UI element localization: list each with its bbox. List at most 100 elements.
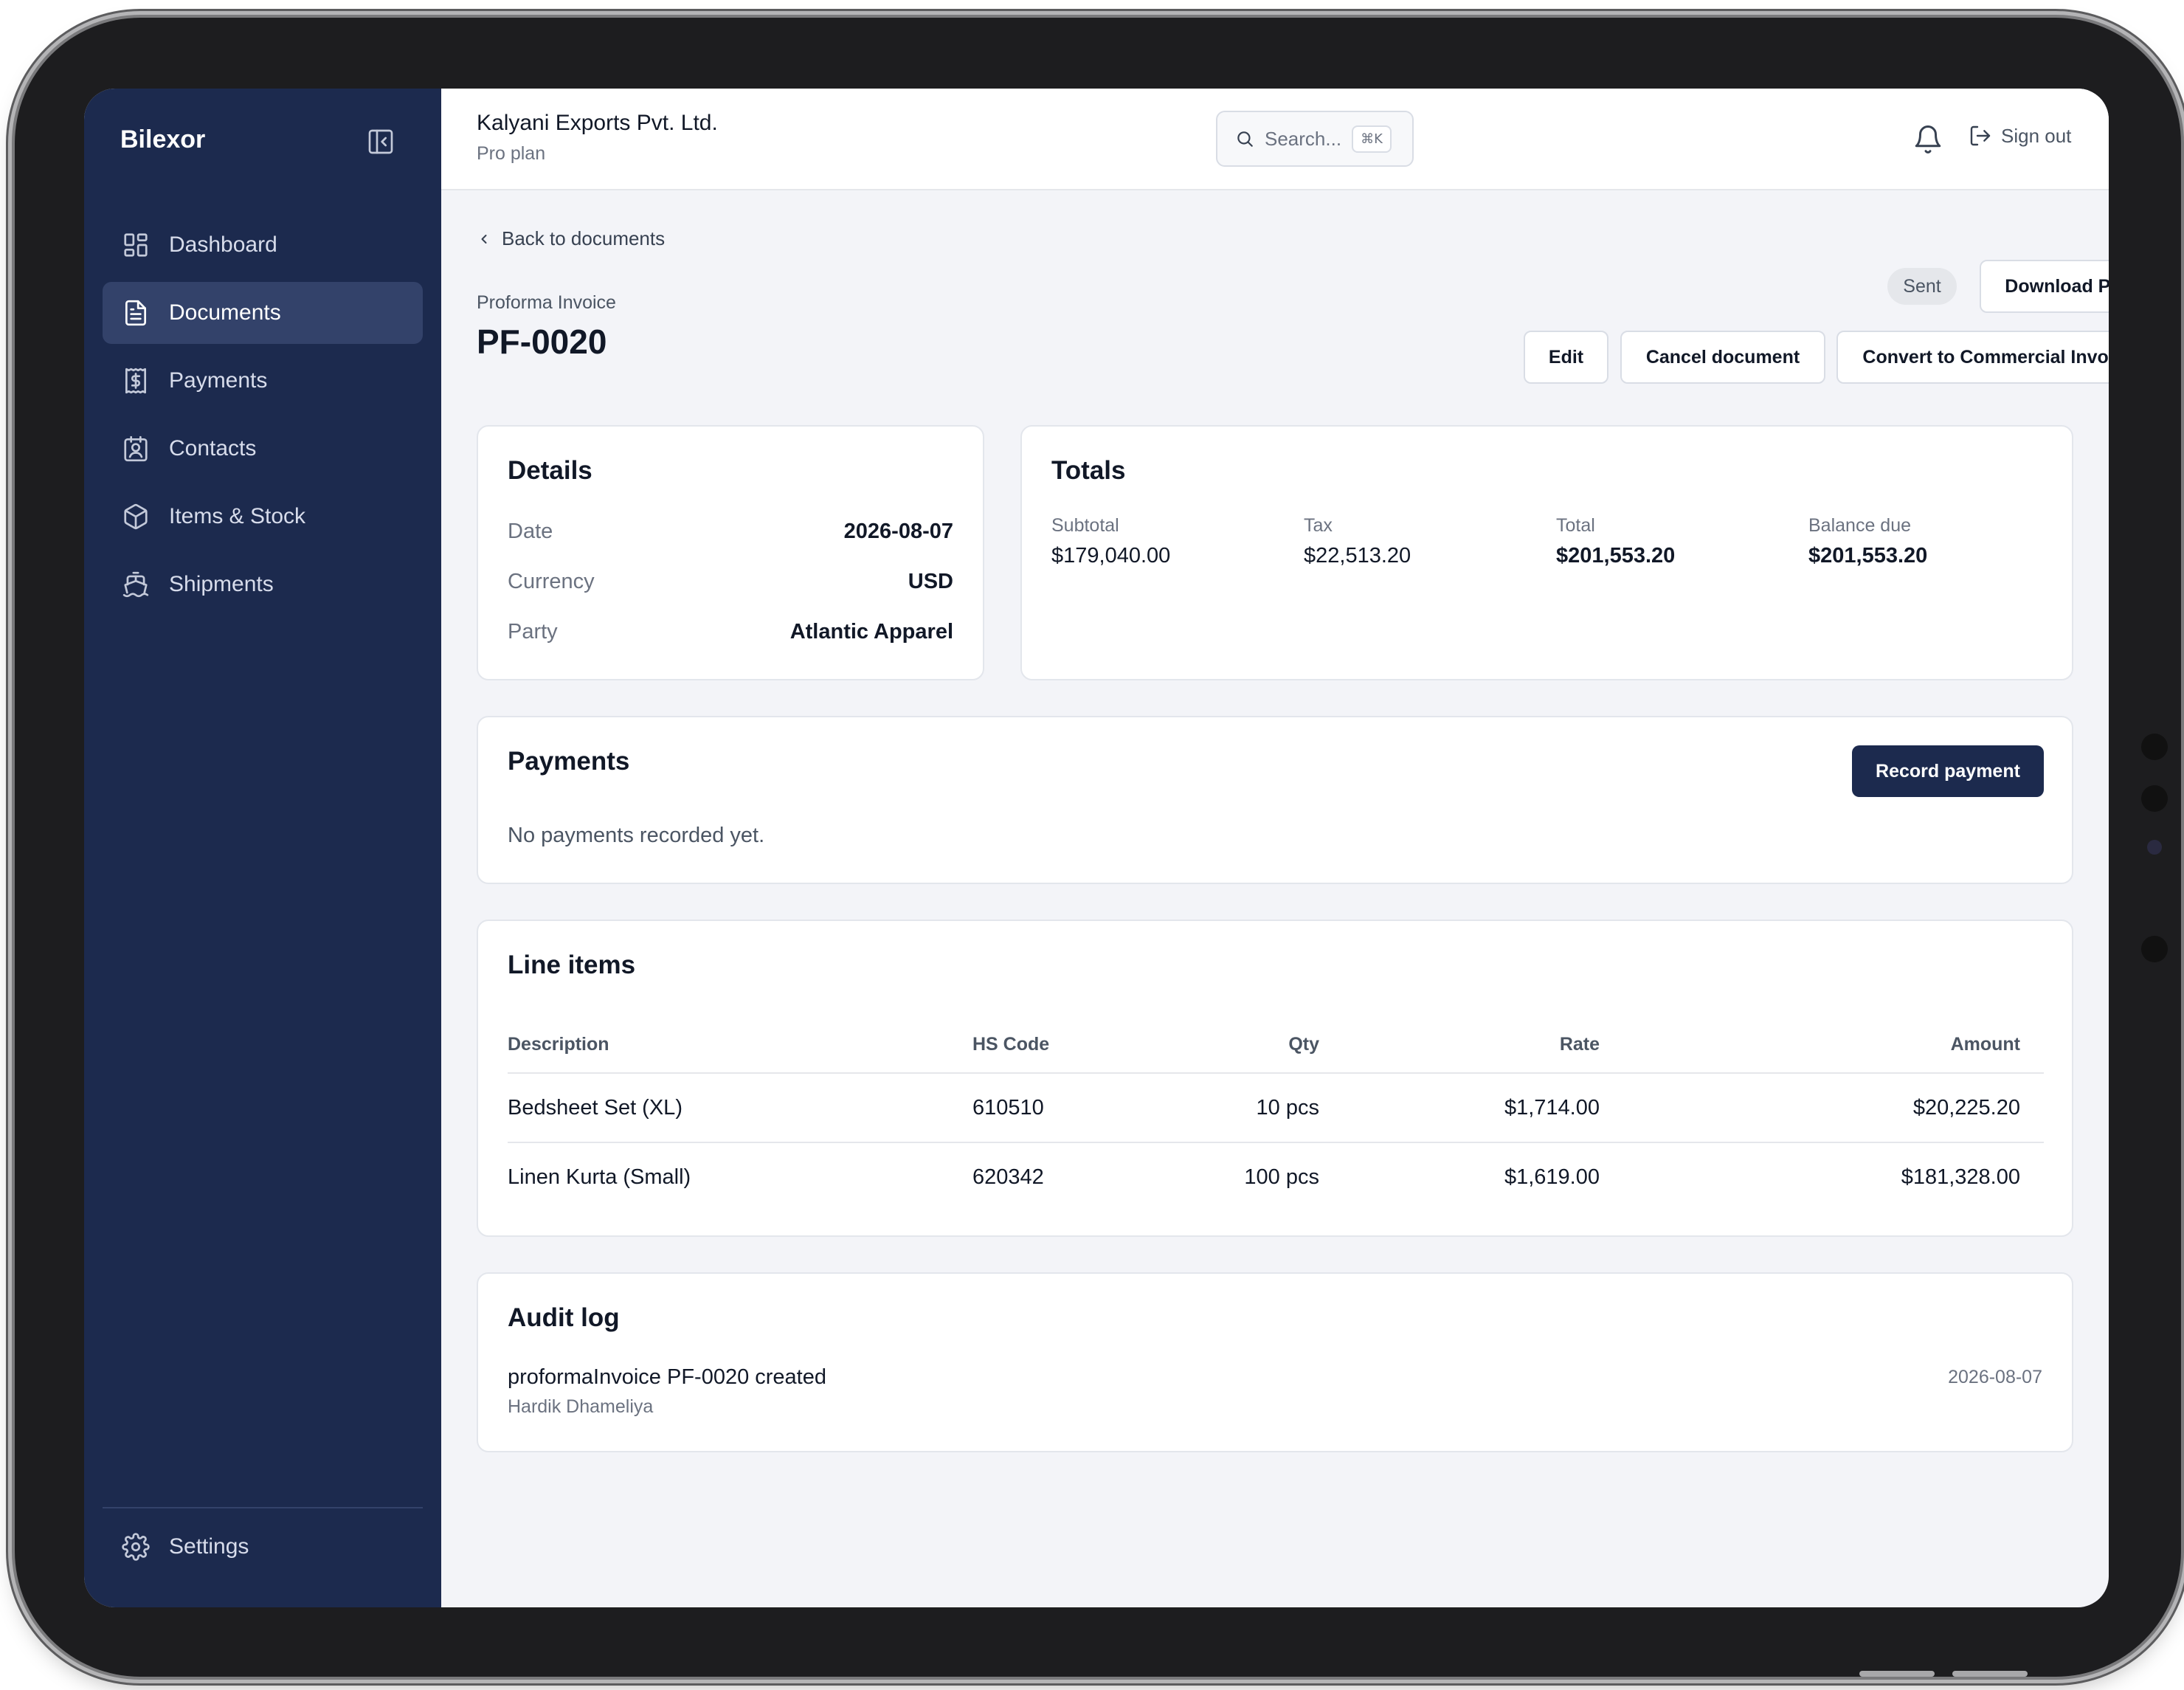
sign-out-button[interactable]: Sign out — [1969, 124, 2071, 148]
top-header: Kalyani Exports Pvt. Ltd. Pro plan Searc… — [441, 89, 2109, 190]
payments-title: Payments — [508, 747, 630, 776]
document-type: Proforma Invoice — [477, 292, 616, 313]
notifications-bell-icon[interactable] — [1912, 124, 1943, 155]
sidebar-item-documents[interactable]: Documents — [103, 282, 423, 344]
payments-card: Payments Record payment No payments reco… — [477, 716, 2073, 884]
total-value: $179,040.00 — [1051, 544, 1171, 568]
brand-name: Bilexor — [120, 125, 206, 154]
document-icon — [122, 299, 150, 327]
total-label: Balance due — [1808, 515, 1912, 536]
total-value: $22,513.20 — [1304, 544, 1411, 568]
cell-description: Linen Kurta (Small) — [508, 1165, 691, 1189]
payments-empty-message: No payments recorded yet. — [508, 824, 765, 847]
package-icon — [122, 503, 150, 531]
column-header-hs-code: HS Code — [972, 1017, 1150, 1074]
record-payment-button[interactable]: Record payment — [1852, 745, 2044, 797]
details-title: Details — [508, 456, 592, 485]
table-row: Linen Kurta (Small) 620342 100 pcs $1,61… — [508, 1142, 2044, 1212]
download-pdf-button[interactable]: Download PDF — [1980, 260, 2109, 313]
details-card: Details Date 2026-08-07 Currency USD Par… — [477, 425, 984, 680]
sidebar-divider — [103, 1507, 423, 1508]
column-header-amount: Amount — [1600, 1017, 2044, 1074]
cell-hs-code: 610510 — [972, 1073, 1150, 1143]
detail-value: 2026-08-07 — [843, 520, 953, 543]
sidebar: Bilexor Dashboard Documents Payments Con… — [84, 89, 441, 1607]
volume-button — [1952, 1671, 2028, 1677]
sidebar-item-items-stock[interactable]: Items & Stock — [103, 486, 423, 548]
back-to-documents-link[interactable]: Back to documents — [477, 227, 665, 250]
dollar-receipt-icon — [122, 367, 150, 395]
sidebar-item-label: Contacts — [169, 436, 257, 461]
sidebar-nav: Dashboard Documents Payments Contacts It… — [103, 214, 423, 621]
ship-icon — [122, 570, 150, 599]
detail-value: Atlantic Apparel — [789, 620, 953, 644]
line-items-table: Description HS Code Qty Rate Amount Beds… — [508, 1017, 2044, 1212]
search-placeholder: Search... — [1265, 127, 1342, 150]
table-row: Bedsheet Set (XL) 610510 10 pcs $1,714.0… — [508, 1073, 2044, 1143]
column-header-description: Description — [508, 1017, 972, 1074]
detail-row-date: Date 2026-08-07 — [508, 520, 953, 544]
cell-qty: 10 pcs — [1150, 1073, 1319, 1143]
screen: Bilexor Dashboard Documents Payments Con… — [84, 89, 2109, 1607]
total-value: $201,553.20 — [1808, 544, 1928, 568]
sidebar-item-label: Payments — [169, 368, 268, 393]
line-items-title: Line items — [508, 951, 636, 979]
page-title: PF-0020 — [477, 323, 607, 361]
sidebar-item-contacts[interactable]: Contacts — [103, 418, 423, 480]
cell-rate: $1,619.00 — [1504, 1165, 1600, 1189]
volume-button — [1859, 1671, 1935, 1677]
audit-entry-date: 2026-08-07 — [1948, 1367, 2042, 1387]
side-sensor — [2141, 936, 2168, 962]
chevron-left-icon — [477, 232, 491, 246]
sidebar-item-shipments[interactable]: Shipments — [103, 553, 423, 615]
totals-card: Totals Subtotal $179,040.00 Tax $22,513.… — [1020, 425, 2073, 680]
sidebar-item-label: Documents — [169, 300, 281, 325]
sidebar-item-payments[interactable]: Payments — [103, 350, 423, 412]
camera-lens — [2147, 840, 2162, 855]
detail-key: Currency — [508, 570, 595, 593]
keyboard-shortcut-badge: ⌘K — [1352, 125, 1392, 153]
company-name: Kalyani Exports Pvt. Ltd. — [477, 111, 718, 135]
column-header-qty: Qty — [1150, 1017, 1319, 1074]
sidebar-item-label: Settings — [169, 1534, 249, 1559]
collapse-sidebar-icon[interactable] — [366, 127, 395, 156]
sidebar-item-label: Dashboard — [169, 232, 277, 257]
cancel-document-button[interactable]: Cancel document — [1620, 331, 1825, 384]
cell-amount: $20,225.20 — [1600, 1073, 2044, 1143]
total-subtotal: Subtotal $179,040.00 — [1051, 515, 1170, 568]
edit-button[interactable]: Edit — [1524, 331, 1608, 384]
total-label: Tax — [1304, 515, 1333, 536]
total-value: $201,553.20 — [1556, 544, 1676, 568]
totals-title: Totals — [1051, 456, 1126, 485]
total-total: Total $201,553.20 — [1556, 515, 1675, 568]
detail-key: Date — [508, 520, 553, 543]
cell-description: Bedsheet Set (XL) — [508, 1073, 972, 1143]
cell-qty: 100 pcs — [1244, 1165, 1319, 1189]
convert-to-commercial-invoice-button[interactable]: Convert to Commercial Invoice — [1836, 331, 2109, 384]
detail-row-party: Party Atlantic Apparel — [508, 620, 953, 644]
column-header-rate: Rate — [1319, 1017, 1600, 1074]
search-icon — [1235, 129, 1254, 148]
sidebar-item-settings[interactable]: Settings — [103, 1516, 423, 1578]
main-content: Back to documents Proforma Invoice PF-00… — [441, 190, 2109, 1607]
sidebar-item-label: Items & Stock — [169, 504, 306, 528]
audit-entry-text: proformaInvoice PF-0020 created — [508, 1365, 826, 1389]
table-header-row: Description HS Code Qty Rate Amount — [508, 1017, 2044, 1074]
cell-hs-code: 620342 — [972, 1165, 1044, 1189]
side-sensor — [2141, 734, 2168, 760]
cell-rate: $1,714.00 — [1319, 1073, 1600, 1143]
audit-log-card: Audit log proformaInvoice PF-0020 create… — [477, 1272, 2073, 1452]
plan-name: Pro plan — [477, 143, 546, 164]
sidebar-item-label: Shipments — [169, 572, 274, 596]
total-tax: Tax $22,513.20 — [1304, 515, 1411, 568]
audit-entry-user: Hardik Dhameliya — [508, 1396, 654, 1417]
sidebar-item-dashboard[interactable]: Dashboard — [103, 214, 423, 276]
line-items-card: Line items Description HS Code Qty Rate … — [477, 920, 2073, 1237]
detail-row-currency: Currency USD — [508, 570, 953, 594]
search-input[interactable]: Search... ⌘K — [1216, 111, 1414, 167]
gear-icon — [122, 1533, 150, 1561]
total-balance-due: Balance due $201,553.20 — [1808, 515, 1927, 568]
detail-key: Party — [508, 620, 558, 644]
sign-out-icon — [1969, 124, 1992, 148]
back-link-label: Back to documents — [502, 227, 666, 249]
